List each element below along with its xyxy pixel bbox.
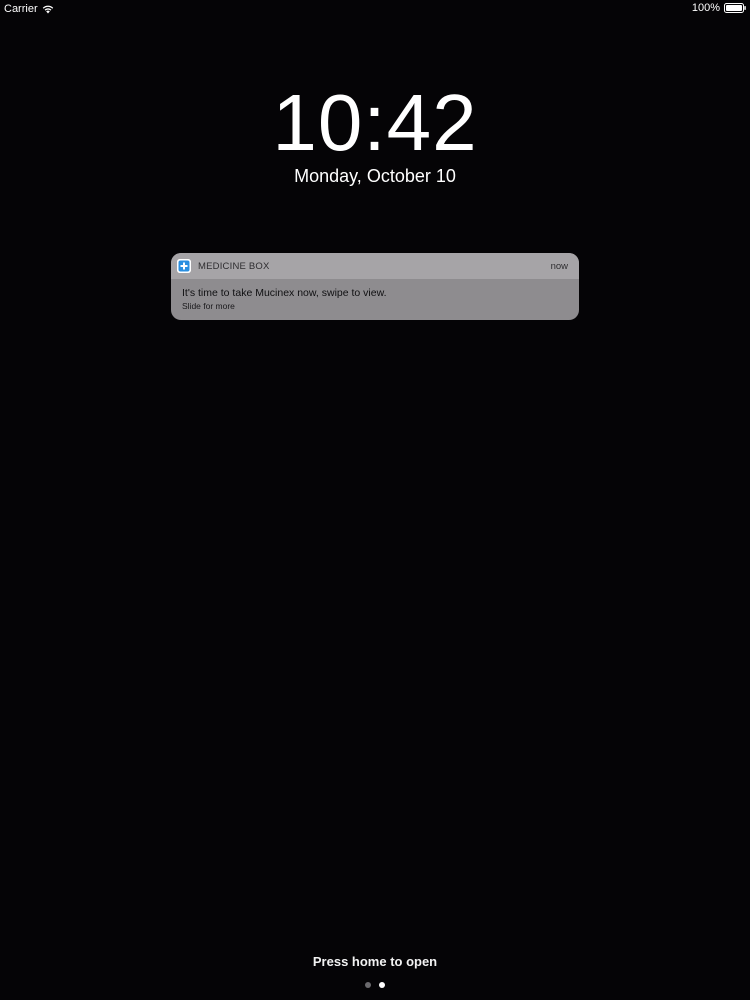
- wifi-icon: [42, 4, 54, 14]
- press-home-prompt: Press home to open: [312, 954, 438, 969]
- notification-card[interactable]: MEDICINE BOX now It's time to take Mucin…: [171, 253, 579, 320]
- page-dot-1[interactable]: [365, 982, 371, 988]
- lock-date: Monday, October 10: [294, 166, 456, 186]
- notification-app-name: MEDICINE BOX: [198, 261, 270, 272]
- lock-screen: Carrier 100% 10:42 Monday, October 10 ME…: [0, 0, 750, 1000]
- notification-message: It's time to take Mucinex now, swipe to …: [182, 287, 387, 299]
- notification-time: now: [550, 261, 568, 272]
- battery-percent: 100%: [691, 2, 720, 14]
- notification-body: It's time to take Mucinex now, swipe to …: [171, 279, 579, 312]
- medicine-box-app-icon: [177, 259, 191, 273]
- page-indicator[interactable]: [0, 982, 750, 988]
- carrier-label: Carrier: [4, 3, 38, 15]
- clock-time: 10:42: [272, 78, 478, 167]
- status-left: Carrier: [4, 3, 54, 15]
- status-right: 100%: [692, 2, 746, 14]
- status-bar: Carrier 100%: [0, 0, 750, 18]
- notification-hint: Slide for more: [182, 301, 235, 311]
- lock-clock: 10:42: [0, 78, 750, 168]
- battery-icon: [724, 3, 746, 13]
- page-dot-2[interactable]: [379, 982, 385, 988]
- notification-header: MEDICINE BOX now: [171, 253, 579, 279]
